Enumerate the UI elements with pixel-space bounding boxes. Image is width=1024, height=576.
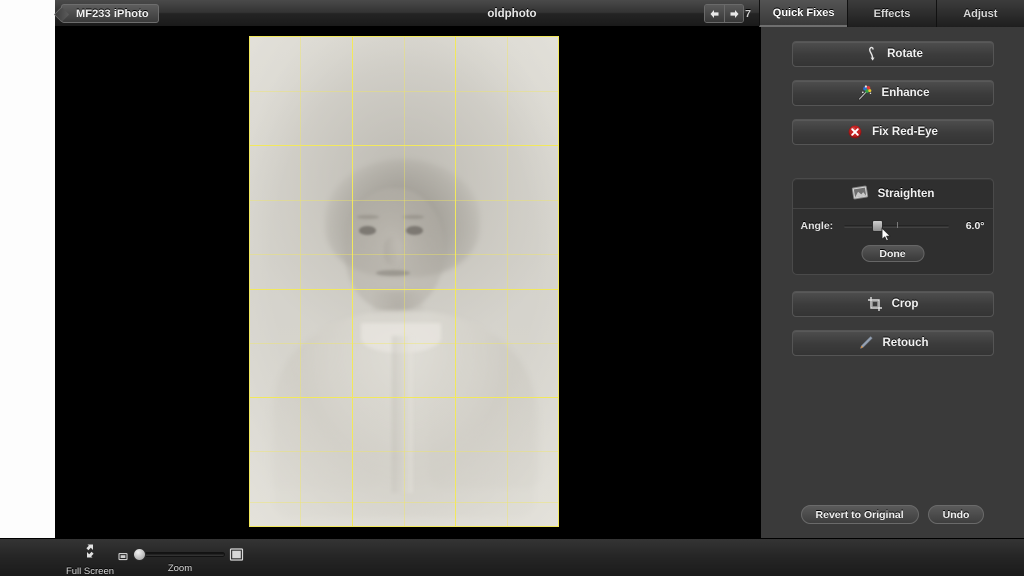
photo-detail-brow-left: [356, 214, 379, 220]
page-title-text: oldphoto: [487, 7, 537, 20]
rotate-label: Rotate: [887, 48, 923, 60]
photo-canvas[interactable]: [55, 27, 760, 538]
photo-detail-mouth: [376, 269, 411, 276]
tab-effects-label: Effects: [873, 7, 911, 20]
arrow-left-icon: [709, 9, 720, 19]
angle-value: 6.0°: [965, 220, 985, 232]
straighten-button[interactable]: Straighten: [792, 179, 993, 209]
zoom-label: Zoom: [167, 563, 193, 574]
arrow-right-icon: [729, 9, 740, 19]
tab-quick-fixes-label: Quick Fixes: [772, 6, 835, 19]
magic-wand-icon: [856, 85, 873, 101]
back-to-library-button[interactable]: MF233 iPhoto: [61, 4, 159, 23]
retouch-label: Retouch: [882, 337, 929, 349]
straighten-icon: [851, 185, 869, 203]
quick-fixes-panel: Rotate Enhance Fix Red-Eye Straighten An…: [760, 27, 1024, 538]
title-bar-left-pad: [0, 0, 55, 27]
full-screen-button[interactable]: Full Screen: [60, 543, 120, 576]
tab-adjust-label: Adjust: [963, 7, 998, 20]
title-bar: MF233 iPhoto oldphoto 7 of 7 Quick Fixes: [0, 0, 1024, 27]
panel-bottom-actions: Revert to Original Undo: [761, 505, 1024, 524]
angle-slider-center-tick: [896, 222, 898, 228]
next-photo-button[interactable]: [724, 5, 743, 22]
zoom-control: Zoom: [115, 543, 245, 574]
photo-detail-placket: [391, 335, 414, 493]
revert-to-original-label: Revert to Original: [815, 508, 904, 521]
back-button-label: MF233 iPhoto: [76, 7, 149, 20]
rotate-icon: [862, 46, 878, 62]
undo-button[interactable]: Undo: [927, 505, 985, 524]
angle-slider-handle[interactable]: [871, 220, 883, 232]
undo-label: Undo: [942, 508, 970, 521]
crop-label: Crop: [891, 298, 919, 310]
navigation-buttons: [704, 4, 744, 23]
previous-photo-button[interactable]: [705, 5, 724, 22]
angle-label: Angle:: [800, 220, 834, 232]
photo-container[interactable]: [249, 36, 559, 527]
left-gutter: [0, 27, 55, 538]
fix-red-eye-label: Fix Red-Eye: [872, 126, 938, 138]
rotate-button[interactable]: Rotate: [791, 41, 994, 67]
crop-button[interactable]: Crop: [791, 291, 994, 317]
photo-detail-nose: [383, 237, 403, 265]
angle-control-row: Angle: 6.0°: [793, 217, 993, 242]
straighten-label: Straighten: [877, 187, 935, 200]
tab-effects[interactable]: Effects: [847, 0, 936, 27]
bottom-toolbar: Full Screen Zoom: [0, 538, 1024, 576]
red-eye-icon: [847, 124, 863, 140]
zoom-slider-handle[interactable]: [133, 548, 146, 561]
straighten-done-label: Done: [879, 247, 906, 260]
iphoto-window: MF233 iPhoto oldphoto 7 of 7 Quick Fixes: [0, 0, 1024, 576]
pencil-icon: [857, 335, 874, 351]
edit-tabs: Quick Fixes Effects Adjust: [759, 0, 1024, 27]
enhance-button[interactable]: Enhance: [791, 80, 994, 106]
straighten-done-button[interactable]: Done: [861, 245, 924, 262]
full-screen-icon: [78, 543, 102, 564]
zoom-slider-track[interactable]: [133, 552, 225, 557]
tab-adjust[interactable]: Adjust: [935, 0, 1024, 27]
full-screen-label: Full Screen: [65, 566, 115, 576]
crop-icon: [867, 296, 883, 312]
photo-image: [249, 36, 559, 527]
fix-red-eye-button[interactable]: Fix Red-Eye: [791, 119, 994, 145]
photo-detail-eye-right: [405, 225, 423, 236]
enhance-label: Enhance: [881, 87, 930, 99]
straighten-panel: Straighten Angle: 6.0° Done: [791, 178, 994, 275]
revert-to-original-button[interactable]: Revert to Original: [800, 505, 919, 524]
tab-quick-fixes[interactable]: Quick Fixes: [759, 0, 848, 27]
retouch-button[interactable]: Retouch: [791, 330, 994, 356]
